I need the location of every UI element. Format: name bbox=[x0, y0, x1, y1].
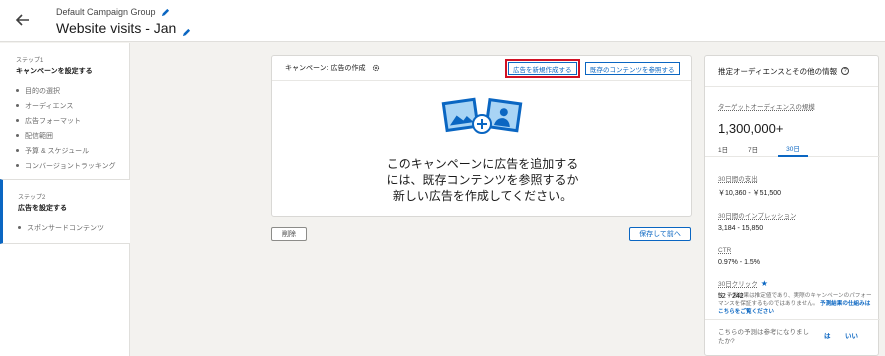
edit-title-pencil-icon[interactable] bbox=[182, 24, 191, 36]
ad-images-illustration bbox=[440, 94, 525, 142]
step-item-audience[interactable]: オーディエンス bbox=[16, 98, 129, 113]
top-header: Default Campaign Group Website visits - … bbox=[0, 0, 885, 42]
back-arrow-icon[interactable] bbox=[14, 11, 32, 29]
tab-7-days[interactable]: 7日 bbox=[748, 140, 778, 157]
step-item-budget-schedule[interactable]: 予算 & スケジュール bbox=[16, 143, 129, 158]
metric-value: 3,184 - 15,850 bbox=[718, 225, 764, 232]
metric-spend: 30日間の支出 ￥10,360 - ￥51,500 bbox=[718, 168, 873, 198]
metric-label-row: 30日クリック ★ bbox=[718, 273, 873, 291]
step2-number: ステップ2 bbox=[18, 195, 46, 201]
tab-1-day[interactable]: 1日 bbox=[718, 140, 748, 157]
step-item-placement[interactable]: 配信範囲 bbox=[16, 128, 129, 143]
metric-ctr: CTR 0.97% - 1.5% bbox=[718, 239, 873, 266]
step1-list: 目的の選択 オーディエンス 広告フォーマット 配信範囲 予算 & スケジュール … bbox=[16, 83, 129, 173]
create-ad-card: キャンペーン: 広告の作成 広告を新規作成する 既存のコンテンツを参照する この… bbox=[271, 55, 692, 217]
star-icon: ★ bbox=[760, 279, 768, 288]
empty-state-message: このキャンペーンに広告を追加する には、既存コンテンツを参照するか 新しい広告を… bbox=[272, 156, 693, 204]
step-item-objective[interactable]: 目的の選択 bbox=[16, 83, 129, 98]
campaign-title-text: Website visits - Jan bbox=[56, 20, 177, 36]
forecast-note: 注: 予測結果は推定値であり、実際のキャンペーンのパフォーマンスを保証するもので… bbox=[718, 292, 873, 316]
feedback-no-button[interactable]: いい bbox=[845, 332, 858, 341]
metric-label[interactable]: CTR bbox=[718, 247, 731, 254]
audience-size-section: ターゲットオーディエンスの規模 1,300,000+ bbox=[705, 87, 878, 136]
edit-group-pencil-icon[interactable] bbox=[161, 8, 170, 17]
card-title: キャンペーン: 広告の作成 bbox=[285, 65, 366, 72]
tab-30-days[interactable]: 30日 bbox=[778, 140, 808, 157]
step2-list: スポンサードコンテンツ bbox=[18, 220, 130, 235]
metric-impressions: 30日間のインプレッション 3,184 - 15,850 bbox=[718, 205, 873, 232]
step1-section: ステップ1 キャンペーンを設定する 目的の選択 オーディエンス 広告フォーマット… bbox=[0, 43, 129, 173]
help-icon[interactable]: ? bbox=[841, 67, 850, 75]
save-and-back-button[interactable]: 保存して前へ bbox=[629, 227, 691, 241]
step2-section[interactable]: ステップ2 広告を設定する スポンサードコンテンツ bbox=[0, 179, 130, 244]
feedback-question: こちらの予測は参考になりましたか? bbox=[718, 329, 809, 345]
metric-label[interactable]: 30日間の支出 bbox=[718, 173, 758, 183]
panel-title: 推定オーディエンスとその他の情報 bbox=[718, 66, 838, 76]
metric-label[interactable]: 30日クリック bbox=[718, 278, 758, 288]
metric-label[interactable]: 30日間のインプレッション bbox=[718, 210, 797, 220]
empty-line-2: には、既存コンテンツを参照するか bbox=[386, 173, 579, 187]
step1-title[interactable]: キャンペーンを設定する bbox=[16, 66, 129, 76]
step1-number: ステップ1 bbox=[16, 58, 44, 64]
step-item-sponsored-content[interactable]: スポンサードコンテンツ bbox=[18, 220, 130, 235]
campaign-title: Website visits - Jan bbox=[56, 20, 191, 36]
browse-existing-content-button[interactable]: 既存のコンテンツを参照する bbox=[585, 62, 680, 75]
panel-header: 推定オーディエンスとその他の情報 ? bbox=[705, 56, 878, 87]
step-item-ad-format[interactable]: 広告フォーマット bbox=[16, 113, 129, 128]
audience-size-value: 1,300,000+ bbox=[718, 121, 784, 136]
metric-value: ￥10,360 - ￥51,500 bbox=[718, 190, 782, 197]
steps-sidebar: ステップ1 キャンペーンを設定する 目的の選択 オーディエンス 広告フォーマット… bbox=[0, 43, 130, 356]
range-tabs: 1日 7日 30日 bbox=[705, 140, 880, 157]
forecast-metrics: 30日間の支出 ￥10,360 - ￥51,500 30日間のインプレッション … bbox=[718, 168, 873, 307]
step-item-conversion-tracking[interactable]: コンバージョントラッキング bbox=[16, 158, 129, 173]
campaign-group: Default Campaign Group bbox=[56, 7, 170, 17]
campaign-group-name: Default Campaign Group bbox=[56, 7, 156, 17]
empty-line-1: このキャンペーンに広告を追加する bbox=[386, 157, 579, 171]
empty-line-3: 新しい広告を作成してください。 bbox=[392, 189, 573, 203]
create-new-ad-button[interactable]: 広告を新規作成する bbox=[505, 59, 580, 78]
delete-button[interactable]: 削除 bbox=[271, 227, 307, 241]
audience-size-label[interactable]: ターゲットオーディエンスの規模 bbox=[718, 101, 815, 111]
step2-title: 広告を設定する bbox=[18, 205, 67, 212]
feedback-yes-button[interactable]: は bbox=[824, 332, 831, 341]
feedback-section: こちらの予測は参考になりましたか? は いい bbox=[705, 319, 880, 356]
gear-icon[interactable] bbox=[372, 64, 380, 72]
audience-forecast-panel: 推定オーディエンスとその他の情報 ? ターゲットオーディエンスの規模 1,300… bbox=[704, 55, 880, 356]
metric-value: 0.97% - 1.5% bbox=[718, 259, 761, 266]
